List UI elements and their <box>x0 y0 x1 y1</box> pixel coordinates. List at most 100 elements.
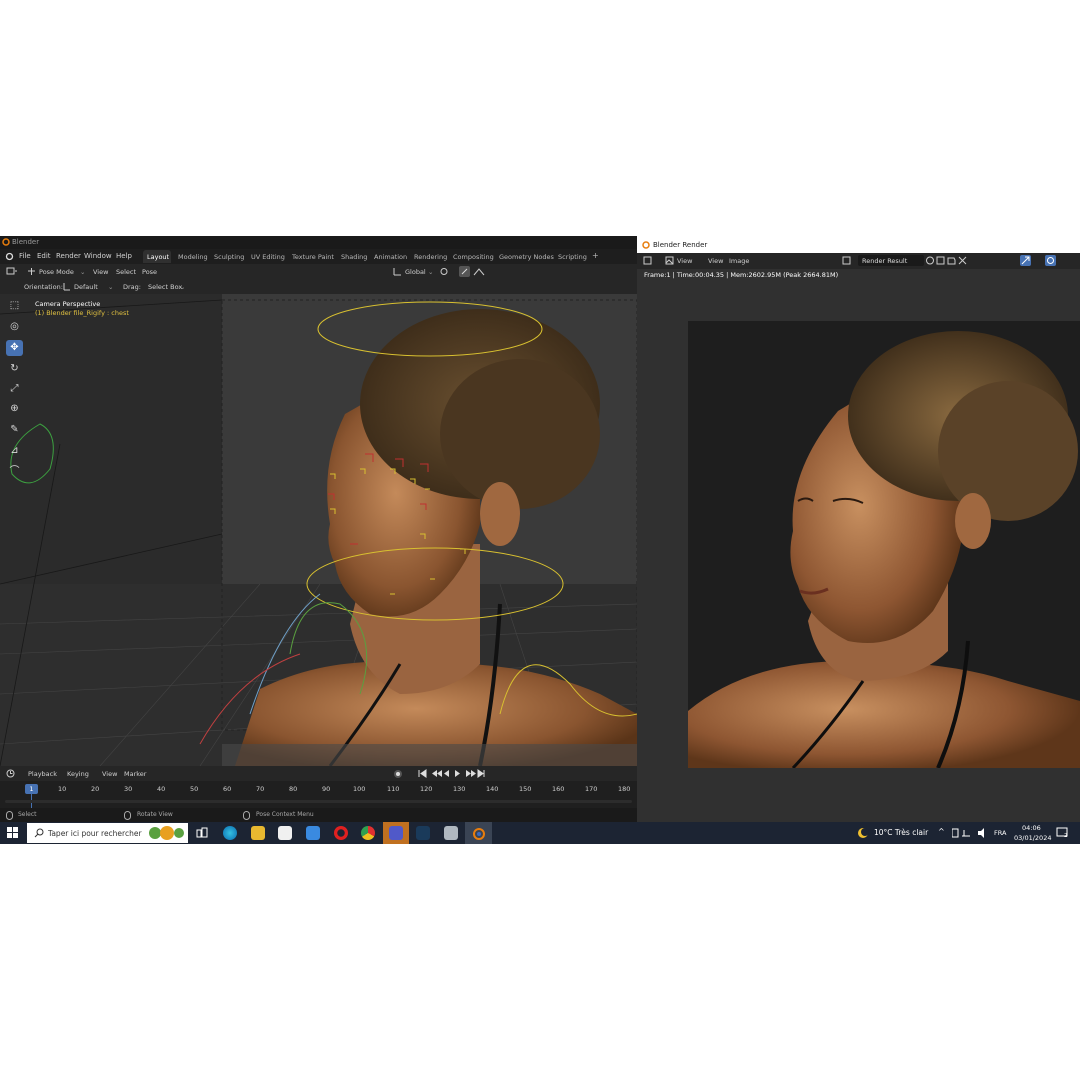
render-result-field[interactable]: Render Result <box>858 255 924 266</box>
notification-icon[interactable] <box>1056 827 1070 839</box>
menu-marker[interactable]: Marker <box>124 770 146 778</box>
menu-view[interactable]: View <box>93 268 108 276</box>
image-icon[interactable] <box>665 256 674 265</box>
editor-type-icon[interactable] <box>6 267 18 276</box>
menu-select[interactable]: Select <box>116 268 136 276</box>
menu-timeline-view[interactable]: View <box>102 770 117 778</box>
snap-icon[interactable] <box>459 266 470 277</box>
menu-render[interactable]: Render <box>56 252 81 260</box>
edge-icon[interactable] <box>223 826 237 840</box>
blender-taskbar-slot[interactable] <box>465 822 492 844</box>
keyboard-language[interactable]: FRA <box>994 829 1006 837</box>
select-box-icon[interactable]: ⬚ <box>6 298 23 314</box>
menu-pose[interactable]: Pose <box>142 268 157 276</box>
measure-icon[interactable]: ⊿ <box>6 443 23 459</box>
relax-icon[interactable]: ⌒ <box>6 464 23 480</box>
app-icon[interactable] <box>444 826 458 840</box>
render-result-label: Render Result <box>862 257 908 265</box>
tray-chevron-up-icon[interactable]: ^ <box>938 827 945 836</box>
tab-compositing[interactable]: Compositing <box>453 253 494 261</box>
pivot-icon[interactable] <box>440 267 452 276</box>
opera-icon[interactable] <box>334 826 348 840</box>
file-explorer-icon[interactable] <box>251 826 265 840</box>
status-context-menu: Pose Context Menu <box>256 811 314 818</box>
menu-playback[interactable]: Playback <box>28 770 57 778</box>
timeline-tick: 80 <box>289 785 298 793</box>
chevron-down-icon: ⌄ <box>108 283 114 291</box>
cursor-icon[interactable]: ◎ <box>6 319 23 335</box>
menu-render-view-2[interactable]: View <box>708 257 723 265</box>
store-icon[interactable] <box>278 826 292 840</box>
weather-text[interactable]: 10°C Très clair <box>874 828 928 837</box>
blender-icon <box>473 828 485 840</box>
tab-animation[interactable]: Animation <box>374 253 407 261</box>
blender-main-window: Blender File Edit Render Window Help Lay… <box>0 236 637 822</box>
orientation-label: Orientation: <box>24 283 63 291</box>
window-title: Blender <box>12 238 40 246</box>
menu-help[interactable]: Help <box>116 252 132 260</box>
tab-texture-paint[interactable]: Texture Paint <box>292 253 334 261</box>
move-icon[interactable]: ✥ <box>6 340 23 356</box>
image-editor-header: View View Image Render Result <box>637 253 1080 269</box>
record-icon[interactable] <box>393 769 403 779</box>
menu-file[interactable]: File <box>19 252 31 260</box>
clock-date[interactable]: 03/01/2024 <box>1014 834 1051 842</box>
menu-image[interactable]: Image <box>729 257 749 265</box>
add-workspace-button[interactable]: + <box>592 251 599 260</box>
chrome-icon[interactable] <box>361 826 375 840</box>
tray-icons[interactable] <box>952 828 992 838</box>
blender-menu-icon[interactable] <box>5 252 14 261</box>
chevron-down-icon: ⌄ <box>80 268 86 276</box>
transform-icon[interactable]: ⊕ <box>6 401 23 417</box>
notification-count: 2 <box>1064 833 1068 839</box>
timeline-tick: 10 <box>58 785 67 793</box>
blender-logo-icon <box>642 241 650 249</box>
timeline[interactable]: 1 10 20 30 40 50 60 70 80 90 100 110 120… <box>0 781 637 808</box>
render-result-image[interactable] <box>688 321 1080 768</box>
playback-controls[interactable] <box>418 769 486 778</box>
timeline-tick: 50 <box>190 785 199 793</box>
steam-icon[interactable] <box>416 826 430 840</box>
drag-select[interactable]: Select Box <box>148 283 182 291</box>
gizmo-icon[interactable] <box>1020 255 1031 266</box>
menu-keying[interactable]: Keying <box>67 770 89 778</box>
tab-layout[interactable]: Layout <box>147 253 169 261</box>
transform-orientation-select[interactable]: Global <box>405 268 426 276</box>
weather-icon[interactable] <box>856 826 870 840</box>
timeline-scrollbar[interactable] <box>5 800 632 803</box>
mail-icon[interactable] <box>306 826 320 840</box>
chevron-down-icon: ⌄ <box>428 268 434 276</box>
render-stats: Frame:1 | Time:00:04.35 | Mem:2602.95M (… <box>644 271 839 279</box>
menu-window[interactable]: Window <box>84 252 112 260</box>
menu-render-view[interactable]: View <box>677 257 692 265</box>
proportional-edit-icon[interactable] <box>473 267 487 276</box>
editor-type-icon[interactable] <box>643 256 655 265</box>
teams-taskbar-slot[interactable] <box>383 822 409 844</box>
menu-edit[interactable]: Edit <box>37 252 51 260</box>
task-view-icon[interactable] <box>196 827 208 839</box>
render-image-icon[interactable] <box>842 256 854 265</box>
image-actions[interactable] <box>926 256 968 265</box>
tab-sculpting[interactable]: Sculpting <box>214 253 244 261</box>
windows-start-icon[interactable] <box>7 827 18 838</box>
tab-modeling[interactable]: Modeling <box>178 253 208 261</box>
tab-scripting[interactable]: Scripting <box>558 253 587 261</box>
tab-geometry-nodes[interactable]: Geometry Nodes <box>499 253 554 261</box>
rotate-icon[interactable]: ↻ <box>6 361 23 377</box>
tab-shading[interactable]: Shading <box>341 253 367 261</box>
scale-icon[interactable]: ⤢ <box>6 381 23 397</box>
annotate-icon[interactable]: ✎ <box>6 422 23 438</box>
timeline-tick: 100 <box>353 785 366 793</box>
mode-selector[interactable]: Pose Mode <box>39 268 74 276</box>
clock-icon[interactable] <box>6 769 15 778</box>
overlay-icon[interactable] <box>1045 255 1056 266</box>
current-frame-indicator[interactable]: 1 <box>25 784 38 794</box>
clock-time[interactable]: 04:06 <box>1022 824 1041 832</box>
tab-uv-editing[interactable]: UV Editing <box>251 253 285 261</box>
timeline-tick: 70 <box>256 785 265 793</box>
taskbar-search-box[interactable]: Taper ici pour rechercher <box>27 823 188 843</box>
tab-rendering[interactable]: Rendering <box>414 253 447 261</box>
blender-logo-icon <box>2 238 10 246</box>
3d-viewport[interactable]: ⬚ ◎ ✥ ↻ ⤢ ⊕ ✎ ⊿ ⌒ Camera Perspective (1)… <box>0 294 637 766</box>
orientation-select[interactable]: Default <box>74 283 98 291</box>
